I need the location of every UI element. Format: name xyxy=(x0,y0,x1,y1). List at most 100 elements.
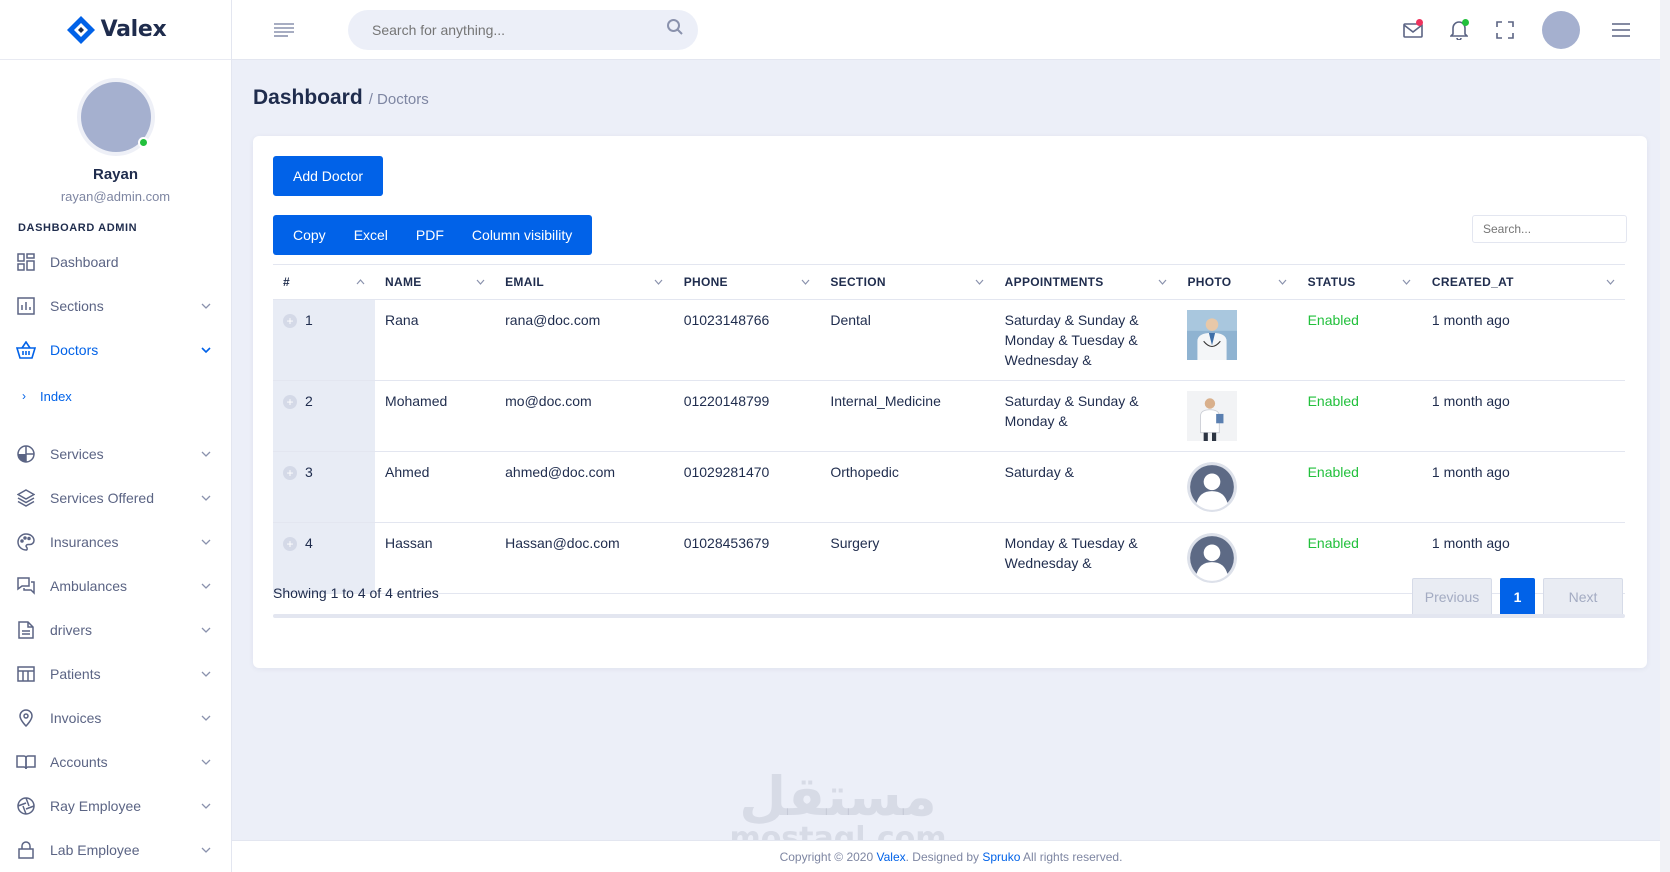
menu-icon[interactable] xyxy=(1598,10,1644,50)
horizontal-scrollbar[interactable] xyxy=(273,614,1625,618)
chevron-down-icon xyxy=(199,491,213,505)
doctor-section: Dental xyxy=(820,299,995,381)
breadcrumb: Dashboard / Doctors xyxy=(253,86,429,110)
doctor-photo xyxy=(1187,310,1238,360)
doctors-table: # NAME EMAIL PHONE SECTION APPOINTMENTS … xyxy=(273,264,1625,594)
column-header[interactable]: EMAIL xyxy=(495,264,674,300)
footer-designer-link[interactable]: Spruko xyxy=(982,850,1020,864)
sort-asc-icon xyxy=(355,277,365,287)
mail-icon[interactable] xyxy=(1390,10,1436,50)
footer-brand-link[interactable]: Valex xyxy=(876,850,905,864)
sort-icon xyxy=(475,277,485,287)
doctor-photo-cell xyxy=(1177,299,1298,381)
avatar[interactable] xyxy=(80,82,151,152)
topbar xyxy=(232,0,1670,60)
brand-logo[interactable]: Valex xyxy=(0,0,231,60)
sidebar-item-services[interactable]: Services xyxy=(0,432,231,476)
pdf-button[interactable]: PDF xyxy=(402,215,458,255)
row-number-cell[interactable]: +1 xyxy=(273,299,376,381)
avatar-placeholder-icon xyxy=(1187,462,1238,512)
vertical-scrollbar[interactable] xyxy=(1660,0,1670,872)
sort-icon xyxy=(1402,277,1412,287)
sidebar-item-lab-employee[interactable]: Lab Employee xyxy=(0,828,231,872)
doctor-photo-cell xyxy=(1177,380,1298,452)
table-search-input[interactable] xyxy=(1472,215,1627,243)
sidebar: Valex Rayan rayan@admin.com DASHBOARD AD… xyxy=(0,0,232,872)
copy-button[interactable]: Copy xyxy=(279,215,340,255)
expand-row-icon[interactable]: + xyxy=(283,537,297,552)
sidebar-subitem-index[interactable]: › Index xyxy=(0,372,231,420)
doctor-photo-cell xyxy=(1177,451,1298,523)
valex-logo-icon xyxy=(65,14,97,46)
row-number-cell[interactable]: +4 xyxy=(273,522,376,594)
basket-icon xyxy=(16,340,36,360)
page-title: Dashboard xyxy=(253,86,363,109)
column-header[interactable]: APPOINTMENTS xyxy=(994,264,1178,300)
doctors-card: Add Doctor Copy Excel PDF Column visibil… xyxy=(253,136,1647,668)
export-button-group: Copy Excel PDF Column visibility xyxy=(273,215,593,255)
breadcrumb-current: / Doctors xyxy=(368,91,429,108)
lock-icon xyxy=(16,840,36,860)
avatar[interactable] xyxy=(1542,10,1580,49)
column-header[interactable]: NAME xyxy=(375,264,496,300)
add-doctor-button[interactable]: Add Doctor xyxy=(273,156,384,196)
column-header[interactable]: PHONE xyxy=(673,264,821,300)
notification-badge xyxy=(1462,18,1469,26)
doctor-phone: 01028453679 xyxy=(673,522,821,594)
pagination: Previous 1 Next xyxy=(1412,578,1623,616)
sort-icon xyxy=(975,277,985,287)
search-icon[interactable] xyxy=(666,18,684,41)
doctor-phone: 01023148766 xyxy=(673,299,821,381)
chevron-down-icon xyxy=(199,299,213,313)
sort-icon xyxy=(654,277,664,287)
notification-badge xyxy=(1416,18,1423,26)
doctor-section: Orthopedic xyxy=(820,451,995,523)
fullscreen-icon[interactable] xyxy=(1482,10,1528,50)
column-header[interactable]: CREATED_AT xyxy=(1421,264,1625,300)
chevron-right-icon: › xyxy=(22,389,26,403)
expand-row-icon[interactable]: + xyxy=(283,466,297,481)
sidebar-item-dashboard[interactable]: Dashboard xyxy=(0,240,231,284)
status-badge: Enabled xyxy=(1297,299,1422,381)
excel-button[interactable]: Excel xyxy=(340,215,402,255)
previous-page-button[interactable]: Previous xyxy=(1412,578,1492,616)
sidebar-item-services-offered[interactable]: Services Offered xyxy=(0,476,231,520)
sidebar-item-insurances[interactable]: Insurances xyxy=(0,520,231,564)
layers-icon xyxy=(16,488,36,508)
column-header[interactable]: PHOTO xyxy=(1177,264,1298,300)
row-number-cell[interactable]: +3 xyxy=(273,451,376,523)
expand-row-icon[interactable]: + xyxy=(283,314,297,329)
doctor-photo xyxy=(1187,391,1238,441)
global-search xyxy=(348,9,698,50)
column-visibility-button[interactable]: Column visibility xyxy=(458,215,586,255)
sidebar-item-accounts[interactable]: Accounts xyxy=(0,740,231,784)
sidebar-nav: Dashboard Sections Doctors › Index Servi… xyxy=(0,240,231,872)
next-page-button[interactable]: Next xyxy=(1543,578,1623,616)
table-row: +3 Ahmed ahmed@doc.com 01029281470 Ortho… xyxy=(273,451,1625,523)
column-header[interactable]: SECTION xyxy=(820,264,995,300)
page-1-button[interactable]: 1 xyxy=(1500,578,1535,616)
column-header[interactable]: # xyxy=(273,264,376,300)
search-input[interactable] xyxy=(372,21,666,38)
sidebar-item-label: Services xyxy=(50,446,104,462)
sidebar-item-patients[interactable]: Patients xyxy=(0,652,231,696)
sidebar-item-doctors[interactable]: Doctors xyxy=(0,328,231,372)
sidebar-item-invoices[interactable]: Invoices xyxy=(0,696,231,740)
table-header-row: # NAME EMAIL PHONE SECTION APPOINTMENTS … xyxy=(273,264,1625,300)
sidebar-toggle-icon[interactable] xyxy=(272,18,296,42)
user-email: rayan@admin.com xyxy=(60,189,171,204)
bell-icon[interactable] xyxy=(1436,10,1482,50)
sidebar-item-ambulances[interactable]: Ambulances xyxy=(0,564,231,608)
row-number-cell[interactable]: +2 xyxy=(273,380,376,452)
footer-text: Copyright © 2020 xyxy=(779,850,877,864)
expand-row-icon[interactable]: + xyxy=(283,395,297,410)
chevron-down-icon xyxy=(199,843,213,857)
sidebar-item-ray-employee[interactable]: Ray Employee xyxy=(0,784,231,828)
grid-icon xyxy=(16,252,36,272)
sidebar-item-drivers[interactable]: drivers xyxy=(0,608,231,652)
palette-icon xyxy=(16,532,36,552)
sidebar-item-sections[interactable]: Sections xyxy=(0,284,231,328)
status-badge: Enabled xyxy=(1297,380,1422,452)
doctor-email: mo@doc.com xyxy=(495,380,674,452)
column-header[interactable]: STATUS xyxy=(1297,264,1422,300)
